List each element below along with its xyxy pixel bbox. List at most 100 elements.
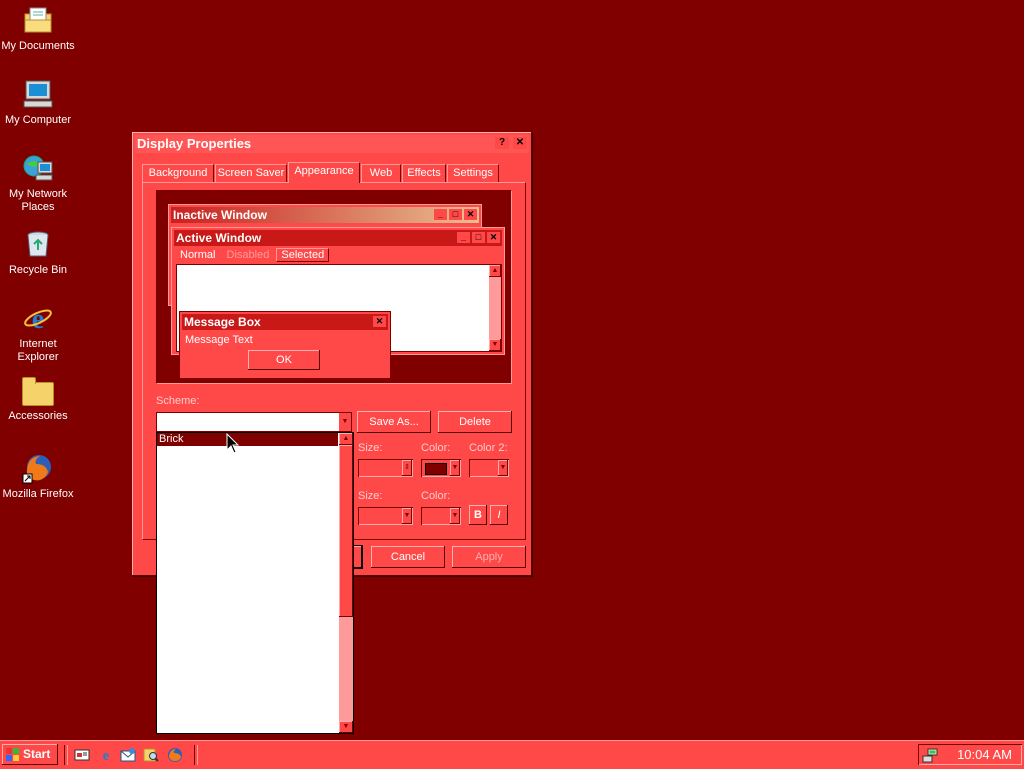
taskbar: Start e 10:04 AM (0, 740, 1024, 769)
italic-button[interactable]: I (490, 505, 508, 525)
font-color-picker[interactable]: ▼ (421, 507, 461, 525)
item-color-picker[interactable]: ▼ (421, 459, 461, 477)
firefox-icon[interactable] (167, 747, 183, 763)
scheme-dropdown-list[interactable]: Brick ▲ ▼ (156, 432, 354, 734)
save-as-label: Save As... (369, 416, 419, 428)
desktop-icon-my-computer[interactable]: My Computer (0, 78, 76, 127)
scheme-option-brick[interactable]: Brick (157, 433, 338, 446)
preview-scrollbar: ▲ ▼ (489, 265, 501, 351)
preview-menu-disabled: Disabled (226, 249, 270, 261)
taskbar-separator (194, 745, 198, 765)
desktop-icon-label: Explorer (17, 351, 59, 363)
chevron-down-icon[interactable]: ▼ (402, 508, 412, 524)
bold-button[interactable]: B (469, 505, 487, 525)
spinner-arrows-icon[interactable]: ⇕ (402, 460, 412, 476)
scroll-down-icon[interactable]: ▼ (339, 721, 353, 733)
preview-msgbox-title: Message Box (184, 315, 261, 329)
desktop-icon-recycle-bin[interactable]: Recycle Bin (0, 228, 76, 277)
preview-active-title: Active Window (176, 231, 262, 245)
outlook-express-icon[interactable] (120, 747, 136, 763)
tab-settings[interactable]: Settings (447, 164, 499, 182)
scroll-up-icon[interactable]: ▲ (339, 433, 353, 445)
close-icon: ✕ (464, 209, 477, 220)
help-icon: ? (498, 137, 506, 148)
scheme-combobox[interactable]: ▼ (156, 412, 352, 432)
item-color2-picker[interactable]: ▼ (469, 459, 509, 477)
preview-ok-button: OK (248, 350, 320, 370)
close-button[interactable]: ✕ (513, 137, 527, 149)
delete-button[interactable]: Delete (438, 411, 512, 433)
tab-label: Background (148, 167, 208, 179)
cancel-button[interactable]: Cancel (371, 546, 445, 568)
desktop-icon-label: Accessories (8, 410, 68, 422)
preview-inactive-titlebar: Inactive Window _ □ ✕ (171, 207, 479, 223)
scheme-label: Scheme: (156, 395, 200, 407)
preview-msgbox-titlebar: Message Box ✕ (182, 314, 388, 330)
tab-effects[interactable]: Effects (402, 164, 446, 182)
scheme-preview: Inactive Window _ □ ✕ Active Window _ □ … (156, 190, 512, 384)
dropdown-scrollbar[interactable]: ▲ ▼ (339, 433, 353, 733)
search-icon[interactable] (143, 747, 159, 763)
taskbar-separator (64, 745, 68, 765)
tab-web[interactable]: Web (361, 164, 401, 182)
color-swatch (425, 463, 447, 475)
help-button[interactable]: ? (495, 137, 509, 149)
desktop-icon-label: Places (21, 201, 55, 213)
tab-label: Appearance (294, 165, 354, 177)
windows-logo-icon (6, 748, 19, 761)
chevron-down-icon[interactable]: ▼ (450, 460, 460, 476)
svg-text:e: e (103, 748, 110, 763)
maximize-icon: □ (472, 232, 485, 243)
tab-label: Effects (407, 167, 441, 179)
dialog-titlebar[interactable]: Display Properties ? ✕ (135, 135, 529, 153)
desktop-icon-my-documents[interactable]: My Documents (0, 4, 76, 53)
tab-label: Settings (453, 167, 493, 179)
desktop-icon-label: Internet (19, 338, 57, 350)
save-as-button[interactable]: Save As... (357, 411, 431, 433)
start-label: Start (23, 747, 51, 761)
tab-appearance[interactable]: Appearance (288, 162, 360, 183)
folder-icon (22, 377, 54, 406)
desktop-icon-label: Recycle Bin (8, 264, 68, 276)
chevron-down-icon[interactable]: ▼ (339, 413, 351, 431)
preview-message-box: Message Box ✕ Message Text OK (179, 311, 391, 379)
scroll-thumb[interactable] (339, 445, 353, 617)
internet-explorer-icon: e (24, 304, 52, 334)
tab-label: Web (369, 167, 393, 179)
tab-background[interactable]: Background (142, 164, 214, 182)
desktop-icon-label: Mozilla Firefox (2, 488, 74, 500)
network-tray-icon[interactable] (922, 747, 938, 763)
apply-label: Apply (475, 551, 503, 563)
apply-button[interactable]: Apply (452, 546, 526, 568)
font-size-combobox[interactable]: ▼ (358, 507, 413, 525)
desktop-icon-mozilla-firefox[interactable]: Mozilla Firefox (0, 452, 76, 501)
minimize-icon: _ (457, 232, 470, 243)
internet-explorer-icon[interactable]: e (98, 747, 114, 763)
chevron-down-icon[interactable]: ▼ (450, 508, 460, 524)
firefox-icon (22, 455, 51, 484)
recycle-bin-icon (27, 231, 49, 257)
preview-menubar: Normal Disabled Selected (176, 248, 330, 262)
tab-screen-saver[interactable]: Screen Saver (215, 164, 287, 182)
desktop-icon-network-places[interactable]: My Network Places (0, 152, 76, 214)
dialog-title: Display Properties (137, 136, 252, 151)
font-color-label: Color: (421, 490, 451, 502)
start-button[interactable]: Start (2, 744, 58, 765)
svg-text:e: e (32, 304, 44, 334)
tab-label: Screen Saver (217, 167, 285, 179)
desktop-icon-accessories[interactable]: Accessories (0, 376, 76, 423)
desktop-icon-internet-explorer[interactable]: e Internet Explorer (0, 302, 76, 364)
preview-msgbox-text: Message Text (185, 334, 253, 346)
network-places-icon (23, 155, 53, 181)
preview-menu-selected: Selected (276, 248, 330, 262)
chevron-down-icon[interactable]: ▼ (498, 460, 508, 476)
close-icon: ✕ (373, 316, 386, 327)
show-desktop-icon[interactable] (74, 747, 90, 763)
bold-icon: B (474, 509, 482, 521)
font-size-label: Size: (358, 490, 383, 502)
desktop-icon-label: My Documents (1, 40, 75, 52)
system-tray: 10:04 AM (918, 744, 1022, 765)
item-size-spinner[interactable]: ⇕ (358, 459, 413, 477)
scroll-down-icon: ▼ (489, 339, 501, 351)
clock[interactable]: 10:04 AM (957, 744, 1012, 765)
